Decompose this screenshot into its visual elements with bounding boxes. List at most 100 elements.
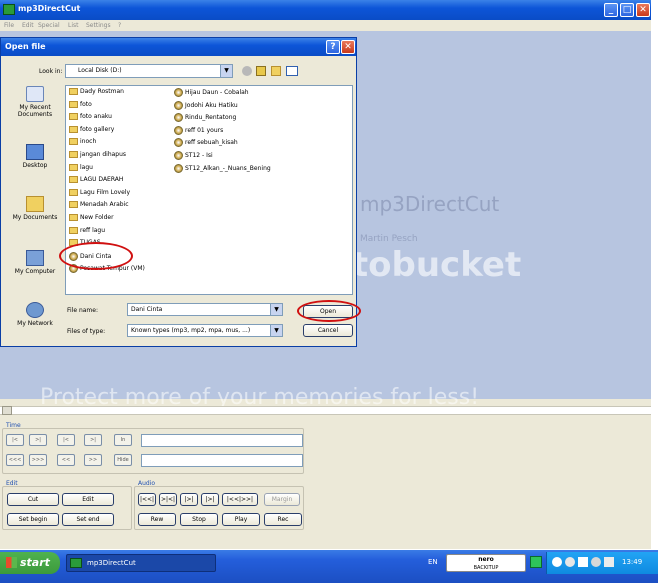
file-name: Jodohi Aku Hatiku xyxy=(185,101,238,109)
rew-button[interactable]: Rew xyxy=(138,513,176,526)
play-button[interactable]: Play xyxy=(222,513,260,526)
dialog-title-bar: Open file ? ✕ xyxy=(1,38,356,56)
filename-field[interactable]: Dani Cinta ▼ xyxy=(127,303,283,316)
audio-btn-5[interactable]: |<<|>>| xyxy=(222,493,258,506)
nav-prev-button[interactable]: |< xyxy=(57,434,75,446)
nero-backitup-widget[interactable]: nero BACKITUP xyxy=(446,554,526,572)
forward-button[interactable]: >> xyxy=(84,454,102,466)
tray-icon-4[interactable] xyxy=(591,557,601,567)
task-item[interactable]: mp3DirectCut xyxy=(66,554,216,572)
position-slider[interactable] xyxy=(0,406,651,415)
app-title: mp3DirectCut xyxy=(18,4,81,13)
place-my-network[interactable]: My Network xyxy=(9,302,61,327)
forward-far-button[interactable]: >>> xyxy=(29,454,47,466)
place-recent[interactable]: My Recent Documents xyxy=(9,86,61,118)
folder-icon xyxy=(69,188,78,196)
look-in-label: Look in: xyxy=(39,68,63,75)
windows-logo-icon xyxy=(6,557,17,568)
maximize-button[interactable]: □ xyxy=(620,3,634,17)
file-list-item[interactable]: lagu xyxy=(69,163,93,175)
in-button[interactable]: In xyxy=(114,434,132,446)
menu-settings[interactable]: Settings xyxy=(86,22,111,29)
place-desktop[interactable]: Desktop xyxy=(9,144,61,169)
place-my-computer[interactable]: My Computer xyxy=(9,250,61,275)
rec-button[interactable]: Rec xyxy=(264,513,302,526)
set-end-button[interactable]: Set end xyxy=(62,513,114,526)
nav-start-button[interactable]: |< xyxy=(6,434,24,446)
file-list-item[interactable]: inoch xyxy=(69,138,96,149)
dialog-close-button[interactable]: ✕ xyxy=(341,40,355,54)
minimize-button[interactable]: _ xyxy=(604,3,618,17)
view-menu-icon[interactable] xyxy=(286,66,298,76)
file-name: foto xyxy=(80,100,92,108)
place-label: Desktop xyxy=(22,162,48,169)
menu-edit[interactable]: Edit xyxy=(22,22,34,29)
file-list-item[interactable]: foto anaku xyxy=(69,113,112,124)
file-name: reff lagu xyxy=(80,226,106,234)
file-list-item[interactable]: Dady Rostman xyxy=(69,88,124,99)
start-label: start xyxy=(20,556,50,569)
help-button[interactable]: ? xyxy=(326,40,340,54)
file-name: Lagu Film Lovely xyxy=(80,188,131,196)
tray-icon-2[interactable] xyxy=(565,557,575,567)
cut-button[interactable]: Cut xyxy=(7,493,59,506)
up-folder-icon[interactable] xyxy=(256,66,266,76)
look-in-combobox[interactable]: Local Disk (D:) ▼ xyxy=(65,64,233,78)
cancel-button[interactable]: Cancel xyxy=(303,324,353,337)
file-list-item[interactable]: Jodohi Aku Hatiku xyxy=(174,100,238,112)
filename-chevron-down-icon[interactable]: ▼ xyxy=(270,304,282,315)
tray-icon-1[interactable] xyxy=(552,557,562,567)
slider-handle[interactable] xyxy=(2,406,12,415)
edit-button[interactable]: Edit xyxy=(62,493,114,506)
set-begin-button[interactable]: Set begin xyxy=(7,513,59,526)
file-list-item[interactable]: jangan dihapus xyxy=(69,151,126,162)
menu-file[interactable]: File xyxy=(4,22,14,29)
file-list-item[interactable]: Rindu_Rentatong xyxy=(174,113,236,124)
nav-end-button[interactable]: >| xyxy=(29,434,47,446)
place-my-documents[interactable]: My Documents xyxy=(9,196,61,221)
menu-list[interactable]: List xyxy=(68,22,79,29)
audio-btn-1[interactable]: |<<| xyxy=(138,493,156,506)
tray-icon-3[interactable] xyxy=(578,557,588,567)
chevron-down-icon[interactable]: ▼ xyxy=(220,65,232,77)
filetype-chevron-down-icon[interactable]: ▼ xyxy=(270,325,282,336)
file-list-item[interactable]: New Folder xyxy=(69,214,114,225)
file-list-item[interactable]: LAGU DAERAH xyxy=(69,176,123,187)
file-list-item[interactable]: reff 01 yours xyxy=(174,125,223,137)
audio-btn-2[interactable]: >|<| xyxy=(159,493,177,506)
volume-icon[interactable] xyxy=(604,557,614,567)
file-list-item[interactable]: ST12 - Isi xyxy=(174,151,213,162)
stop-button[interactable]: Stop xyxy=(180,513,218,526)
place-label: My Network xyxy=(17,320,53,327)
file-list-item[interactable]: Menadah Arabic xyxy=(69,201,129,212)
audio-btn-3[interactable]: |>| xyxy=(180,493,198,506)
file-list-item[interactable]: reff sebuah_kisah xyxy=(174,138,238,149)
audio-file-icon xyxy=(174,100,183,110)
menu-help[interactable]: ? xyxy=(118,22,121,29)
file-list-item[interactable]: ST12_Alkan_-_Nuans_Bening xyxy=(174,163,271,175)
tray-arrow-icon[interactable] xyxy=(530,556,542,568)
filetype-label: Files of type: xyxy=(67,328,106,335)
audio-btn-4[interactable]: |>| xyxy=(201,493,219,506)
rewind-far-button[interactable]: <<< xyxy=(6,454,24,466)
margin-button[interactable]: Margin xyxy=(264,493,300,506)
dialog-title: Open file xyxy=(5,42,46,51)
menu-special[interactable]: Special xyxy=(38,22,60,29)
time-field-1[interactable] xyxy=(141,434,303,447)
menu-bar: File Edit Special List Settings ? xyxy=(0,20,651,31)
back-icon[interactable] xyxy=(242,66,252,76)
new-folder-icon[interactable] xyxy=(271,66,281,76)
file-list-item[interactable]: Lagu Film Lovely xyxy=(69,188,131,200)
close-button[interactable]: ✕ xyxy=(636,3,650,17)
time-field-2[interactable] xyxy=(141,454,303,467)
rewind-button[interactable]: << xyxy=(57,454,75,466)
language-indicator[interactable]: EN xyxy=(428,558,438,566)
nav-next-button[interactable]: >| xyxy=(84,434,102,446)
hide-button[interactable]: Hide xyxy=(114,454,132,466)
file-list-item[interactable]: reff lagu xyxy=(69,226,106,238)
filetype-combobox[interactable]: Known types (mp3, mp2, mpa, mus, ...) ▼ xyxy=(127,324,283,337)
file-list-item[interactable]: foto xyxy=(69,100,92,112)
file-name: foto gallery xyxy=(80,125,115,133)
file-list-item[interactable]: Hijau Daun - Cobalah xyxy=(174,88,249,99)
file-list-item[interactable]: foto gallery xyxy=(69,125,115,137)
